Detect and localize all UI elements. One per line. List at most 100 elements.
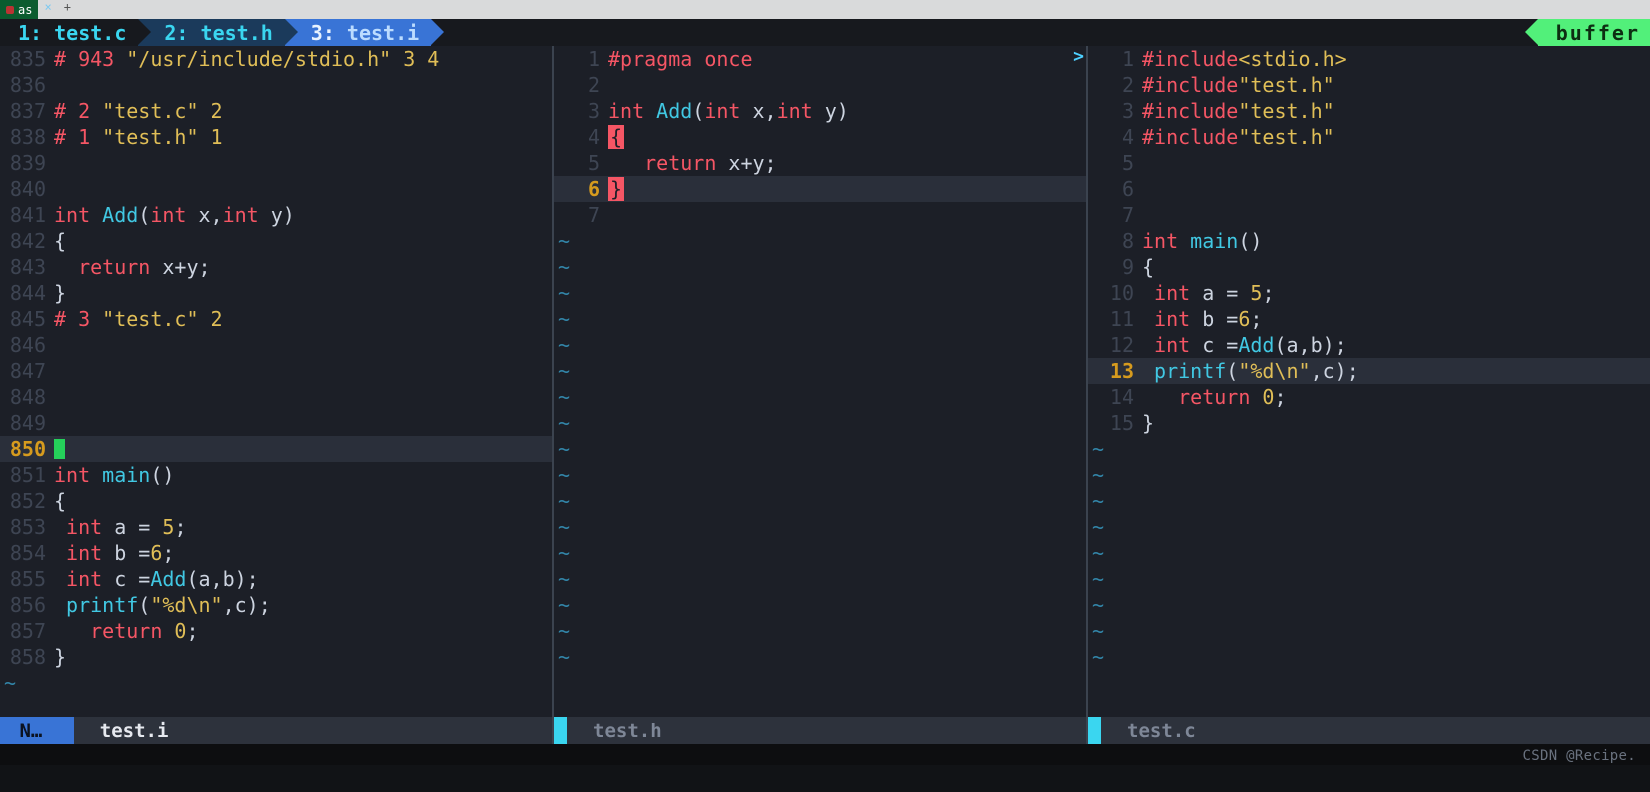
close-dot-icon[interactable] [6,6,14,14]
code-line[interactable]: 854 int b =6; [0,540,552,566]
code-line[interactable]: 3#include"test.h" [1088,98,1650,124]
line-number: 1 [554,46,608,72]
line-number: 836 [0,72,54,98]
line-number: 843 [0,254,54,280]
code-line[interactable]: 2#include"test.h" [1088,72,1650,98]
code-line[interactable]: 852{ [0,488,552,514]
code-content: #include"test.h" [1142,124,1650,150]
code-line[interactable]: 837# 2 "test.c" 2 [0,98,552,124]
line-number: 2 [1088,72,1142,98]
tab-label: test.h [201,21,273,45]
line-number: 5 [554,150,608,176]
empty-line-tilde [554,592,1086,618]
pane-test-h[interactable]: 1#pragma once23int Add(int x,int y)4{5 r… [554,46,1088,744]
os-tab-close-icon[interactable]: × [38,0,57,19]
code-line[interactable]: 843 return x+y; [0,254,552,280]
line-number: 11 [1088,306,1142,332]
editor-area: 835# 943 "/usr/include/stdio.h" 3 483683… [0,46,1650,744]
statusline-filename: test.c [1101,717,1210,744]
code-line[interactable]: 846 [0,332,552,358]
line-number: 842 [0,228,54,254]
pane-test-i[interactable]: 835# 943 "/usr/include/stdio.h" 3 483683… [0,46,554,744]
code-line[interactable]: 841int Add(int x,int y) [0,202,552,228]
code-content: { [1142,254,1650,280]
line-number: 3 [554,98,608,124]
code-content: printf("%d\n",c); [1142,358,1650,384]
tab-test-i[interactable]: 3: test.i [285,19,431,46]
statusline: test.h [554,717,1086,744]
code-line[interactable]: 6} [554,176,1086,202]
code-line[interactable]: 847 [0,358,552,384]
code-line[interactable]: 7 [1088,202,1650,228]
buffer-tabline: 1: test.c 2: test.h 3: test.i buffer [0,19,1650,46]
code-content: # 3 "test.c" 2 [54,306,552,332]
empty-line-tilde [1088,436,1650,462]
line-number: 853 [0,514,54,540]
line-number: 850 [0,436,54,462]
code-line[interactable]: 836 [0,72,552,98]
line-number: 835 [0,46,54,72]
code-line[interactable]: 840 [0,176,552,202]
code-line[interactable]: 11 int b =6; [1088,306,1650,332]
line-number: 14 [1088,384,1142,410]
line-number: 840 [0,176,54,202]
code-line[interactable]: 6 [1088,176,1650,202]
code-line[interactable]: 12 int c =Add(a,b); [1088,332,1650,358]
line-number: 845 [0,306,54,332]
line-number: 846 [0,332,54,358]
code-line[interactable]: 4{ [554,124,1086,150]
code-line[interactable]: 1#include<stdio.h> [1088,46,1650,72]
code-line[interactable]: 845# 3 "test.c" 2 [0,306,552,332]
code-content: return x+y; [54,254,552,280]
code-line[interactable]: 838# 1 "test.h" 1 [0,124,552,150]
line-number: 857 [0,618,54,644]
pane-test-c[interactable]: 1#include<stdio.h>2#include"test.h"3#inc… [1088,46,1650,744]
code-line[interactable]: 9{ [1088,254,1650,280]
code-line[interactable]: 855 int c =Add(a,b); [0,566,552,592]
code-line[interactable]: 5 return x+y; [554,150,1086,176]
code-line[interactable]: 14 return 0; [1088,384,1650,410]
tab-label: test.i [347,21,419,45]
code-line[interactable]: 8int main() [1088,228,1650,254]
code-line[interactable]: 858} [0,644,552,670]
code-content [54,332,552,358]
code-line[interactable]: 2 [554,72,1086,98]
empty-line-tilde [554,436,1086,462]
code-content: #include<stdio.h> [1142,46,1650,72]
code-line[interactable]: 853 int a = 5; [0,514,552,540]
code-line[interactable]: 7 [554,202,1086,228]
code-line[interactable]: 848 [0,384,552,410]
os-tab[interactable]: as [0,0,38,19]
empty-line-tilde [554,644,1086,670]
line-number: 6 [1088,176,1142,202]
line-number: 841 [0,202,54,228]
command-bar[interactable] [0,744,1650,765]
empty-line-tilde [1088,462,1650,488]
line-number: 4 [1088,124,1142,150]
code-line[interactable]: 1#pragma once [554,46,1086,72]
code-line[interactable]: 13 printf("%d\n",c); [1088,358,1650,384]
code-line[interactable]: 10 int a = 5; [1088,280,1650,306]
code-line[interactable]: 844} [0,280,552,306]
tab-index: 2: [164,21,188,45]
os-tab-add-icon[interactable]: + [58,0,77,19]
code-line[interactable]: 835# 943 "/usr/include/stdio.h" 3 4 [0,46,552,72]
code-line[interactable]: 5 [1088,150,1650,176]
empty-line-tilde [1088,644,1650,670]
code-line[interactable]: 839 [0,150,552,176]
code-line[interactable]: 842{ [0,228,552,254]
code-line[interactable]: 15} [1088,410,1650,436]
code-line[interactable]: 3int Add(int x,int y) [554,98,1086,124]
code-line[interactable]: 856 printf("%d\n",c); [0,592,552,618]
tab-test-h[interactable]: 2: test.h [138,19,284,46]
os-titlebar: as × + [0,0,1650,19]
code-line[interactable]: 851int main() [0,462,552,488]
code-line[interactable]: 4#include"test.h" [1088,124,1650,150]
code-content: int c =Add(a,b); [54,566,552,592]
empty-line-tilde [1088,488,1650,514]
tab-test-c[interactable]: 1: test.c [0,19,138,46]
code-line[interactable]: 849 [0,410,552,436]
code-content [1142,202,1650,228]
code-line[interactable]: 850 [0,436,552,462]
code-line[interactable]: 857 return 0; [0,618,552,644]
